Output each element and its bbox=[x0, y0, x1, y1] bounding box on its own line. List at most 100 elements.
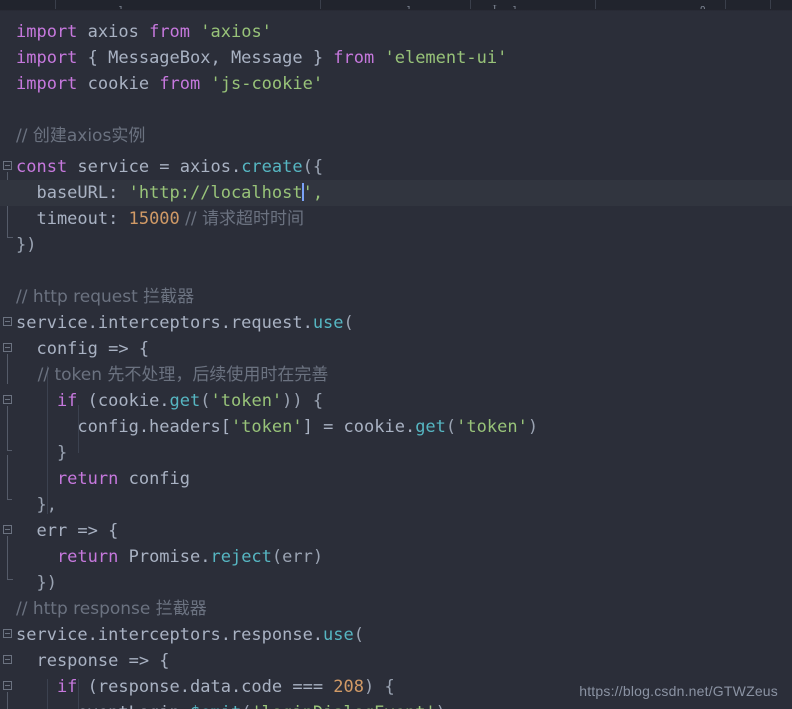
token-identifier: config.headers[ bbox=[16, 417, 231, 437]
tab-divider bbox=[320, 0, 321, 9]
code-line-8[interactable]: timeout: 15000 // 请求超时时间 bbox=[0, 206, 792, 232]
code-line-18[interactable]: return config bbox=[0, 466, 792, 492]
token-string: 'js-cookie' bbox=[200, 74, 324, 94]
code-lines[interactable]: import axios from 'axios' import { Messa… bbox=[0, 11, 792, 709]
token-punctuation: ( bbox=[343, 313, 354, 333]
code-line-4-blank[interactable] bbox=[0, 97, 792, 123]
token-keyword: import bbox=[16, 48, 78, 68]
token-string: 'axios' bbox=[190, 22, 272, 42]
token-comment: // 请求超时时间 bbox=[179, 209, 305, 229]
token-punctuation: ) { bbox=[364, 677, 395, 697]
token-keyword: if bbox=[16, 677, 78, 697]
token-punctuation: )) { bbox=[282, 391, 324, 411]
code-line-25[interactable]: response => { bbox=[0, 648, 792, 674]
watermark-url: https://blog.csdn.net/GTWZeus bbox=[579, 683, 778, 699]
token-identifier: service = axios. bbox=[67, 157, 242, 177]
token-identifier: service.interceptors.response. bbox=[16, 625, 324, 645]
code-line-16[interactable]: config.headers['token'] = cookie.get('to… bbox=[0, 414, 792, 440]
token-identifier: service.interceptors.request. bbox=[16, 313, 313, 333]
code-line-7-current[interactable]: baseURL: 'http://localhost', bbox=[0, 180, 792, 206]
code-line-12[interactable]: service.interceptors.request.use( bbox=[0, 310, 792, 336]
token-identifier: eventLogin. bbox=[16, 703, 190, 709]
token-string: 'http://localhost bbox=[128, 183, 303, 203]
token-function: use bbox=[323, 625, 354, 645]
token-string: 'element-ui' bbox=[374, 48, 508, 68]
token-comment: // http response 拦截器 bbox=[16, 599, 207, 619]
token-punctuation: ({ bbox=[302, 157, 324, 177]
tab-divider bbox=[55, 0, 56, 9]
token-keyword: return bbox=[16, 469, 119, 489]
token-comment: // http request 拦截器 bbox=[16, 287, 195, 307]
token-punctuation: ) bbox=[436, 703, 446, 709]
token-keyword: import bbox=[16, 74, 78, 94]
token-comment: // token 先不处理，后续使用时在完善 bbox=[16, 365, 329, 385]
code-line-5[interactable]: // 创建axios实例 bbox=[0, 123, 792, 149]
token-keyword: from bbox=[333, 48, 375, 68]
tab-divider bbox=[595, 0, 596, 9]
token-function: use bbox=[312, 313, 344, 333]
code-line-20[interactable]: err => { bbox=[0, 518, 792, 544]
token-punctuation: }) bbox=[16, 235, 37, 255]
token-function: create bbox=[241, 157, 303, 177]
token-number: 208 bbox=[333, 677, 365, 697]
token-punctuation: ( bbox=[200, 391, 211, 411]
editor-tab-bar[interactable]: j j I j o _ bbox=[0, 0, 792, 9]
tab-divider bbox=[770, 0, 771, 9]
code-editor-area[interactable]: import axios from 'axios' import { Messa… bbox=[0, 11, 792, 709]
code-line-19[interactable]: }, bbox=[0, 492, 792, 518]
token-function: $emit bbox=[190, 703, 241, 709]
token-identifier: response => { bbox=[16, 651, 170, 671]
token-identifier: baseURL: bbox=[16, 183, 129, 203]
code-line-24[interactable]: service.interceptors.response.use( bbox=[0, 622, 792, 648]
token-function: get bbox=[415, 417, 446, 437]
code-line-1[interactable]: import axios from 'axios' bbox=[0, 19, 792, 45]
code-line-14[interactable]: // token 先不处理，后续使用时在完善 bbox=[0, 362, 792, 388]
token-identifier: Promise. bbox=[118, 547, 211, 567]
token-keyword: if bbox=[16, 391, 78, 411]
token-keyword: from bbox=[159, 74, 201, 94]
token-identifier: cookie bbox=[77, 74, 160, 94]
code-line-23[interactable]: // http response 拦截器 bbox=[0, 596, 792, 622]
code-line-2[interactable]: import { MessageBox, Message } from 'ele… bbox=[0, 45, 792, 71]
token-identifier: err => { bbox=[16, 521, 119, 541]
token-string: 'token' bbox=[230, 417, 303, 437]
token-identifier: ] = cookie. bbox=[302, 417, 416, 437]
token-identifier: config => { bbox=[16, 339, 150, 359]
token-keyword: from bbox=[149, 22, 191, 42]
token-punctuation: }) bbox=[16, 573, 57, 593]
token-punctuation: ( bbox=[241, 703, 251, 709]
token-string: 'token' bbox=[210, 391, 283, 411]
token-function: reject bbox=[210, 547, 272, 567]
token-comment: // 创建axios实例 bbox=[16, 126, 146, 146]
token-keyword: import bbox=[16, 22, 78, 42]
code-line-6[interactable]: const service = axios.create({ bbox=[0, 154, 792, 180]
token-string: 'loginDialogEvent' bbox=[251, 703, 435, 709]
code-line-21[interactable]: return Promise.reject(err) bbox=[0, 544, 792, 570]
token-identifier: { MessageBox, Message } bbox=[77, 48, 334, 68]
token-punctuation: ) bbox=[527, 417, 539, 437]
token-string: 'token' bbox=[456, 417, 528, 437]
token-identifier: config bbox=[118, 469, 191, 489]
code-line-9[interactable]: }) bbox=[0, 232, 792, 258]
code-line-10-blank[interactable] bbox=[0, 258, 792, 284]
token-punctuation: ', bbox=[302, 183, 324, 203]
token-number: 15000 bbox=[128, 209, 180, 229]
token-identifier: timeout: bbox=[16, 209, 129, 229]
editor-window: j j I j o _ bbox=[0, 0, 792, 709]
code-line-17[interactable]: } bbox=[0, 440, 792, 466]
tab-divider bbox=[470, 0, 471, 9]
token-punctuation: (err) bbox=[271, 547, 324, 567]
code-line-15[interactable]: if (cookie.get('token')) { bbox=[0, 388, 792, 414]
code-line-13[interactable]: config => { bbox=[0, 336, 792, 362]
token-keyword: const bbox=[16, 157, 68, 177]
tab-divider bbox=[725, 0, 726, 9]
code-line-22[interactable]: }) bbox=[0, 570, 792, 596]
code-line-3[interactable]: import cookie from 'js-cookie' bbox=[0, 71, 792, 97]
token-punctuation: ( bbox=[445, 417, 457, 437]
token-punctuation: ( bbox=[353, 625, 365, 645]
token-keyword: return bbox=[16, 547, 119, 567]
code-line-27[interactable]: eventLogin.$emit('loginDialogEvent') bbox=[0, 700, 792, 709]
token-punctuation: } bbox=[16, 443, 68, 463]
code-line-11[interactable]: // http request 拦截器 bbox=[0, 284, 792, 310]
token-identifier: (response.data.code === bbox=[77, 677, 334, 697]
